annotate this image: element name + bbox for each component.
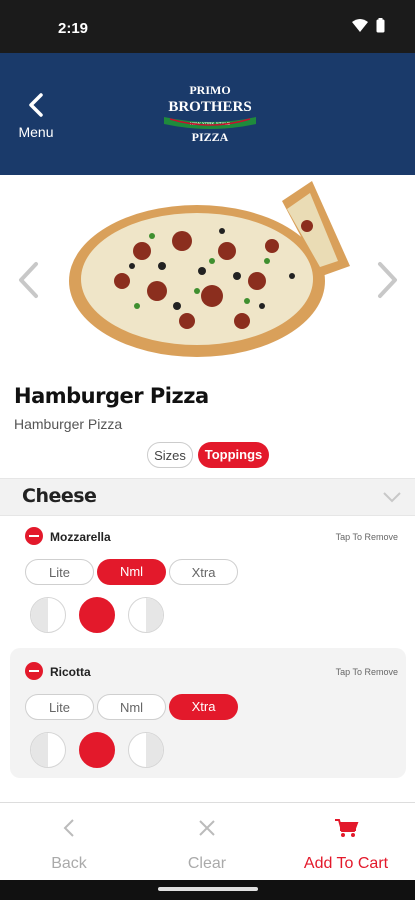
chevron-down-icon bbox=[383, 492, 401, 503]
topping-card: Mozzarella Tap To Remove Lite Nml Xtra bbox=[10, 516, 406, 642]
left-half-button[interactable] bbox=[30, 732, 66, 768]
bottom-action-bar: Back Clear Add To Cart bbox=[0, 802, 415, 881]
svg-text:BROTHERS: BROTHERS bbox=[168, 99, 251, 115]
whole-pizza-button[interactable] bbox=[79, 597, 115, 633]
next-arrow-icon[interactable] bbox=[372, 260, 402, 300]
status-time: 2:19 bbox=[58, 20, 89, 37]
amount-xtra-button[interactable]: Xtra bbox=[169, 559, 238, 585]
topping-name: Ricotta bbox=[50, 665, 91, 679]
cart-icon bbox=[335, 819, 359, 837]
clear-button[interactable]: Clear bbox=[138, 803, 276, 881]
remove-topping-button[interactable] bbox=[25, 662, 43, 680]
right-half-button[interactable] bbox=[128, 732, 164, 768]
left-half-button[interactable] bbox=[30, 597, 66, 633]
close-icon bbox=[199, 820, 215, 836]
back-button[interactable]: Back bbox=[0, 803, 138, 881]
sizes-tab[interactable]: Sizes bbox=[147, 442, 193, 468]
item-title: Hamburger Pizza bbox=[14, 384, 209, 408]
section-title: Cheese bbox=[22, 485, 97, 507]
back-chevron-icon bbox=[63, 819, 74, 837]
home-indicator[interactable] bbox=[158, 887, 258, 891]
pizza-image bbox=[69, 181, 350, 357]
add-to-cart-button[interactable]: Add To Cart bbox=[277, 803, 415, 881]
app-header: Menu PRIMO BROTHERS NEW YORK STYLE PIZZA bbox=[0, 53, 415, 175]
back-label: Back bbox=[51, 855, 87, 872]
amount-lite-button[interactable]: Lite bbox=[25, 694, 94, 720]
amount-xtra-button[interactable]: Xtra bbox=[169, 694, 238, 720]
add-to-cart-label: Add To Cart bbox=[303, 855, 389, 872]
wifi-icon bbox=[352, 18, 368, 32]
cheese-section-header[interactable]: Cheese bbox=[0, 478, 415, 516]
back-chevron-icon bbox=[29, 93, 43, 117]
svg-text:PRIMO: PRIMO bbox=[189, 83, 230, 97]
toppings-tab[interactable]: Toppings bbox=[198, 442, 269, 468]
remove-topping-button[interactable] bbox=[25, 527, 43, 545]
clear-label: Clear bbox=[187, 855, 227, 872]
pizza-image-carousel bbox=[0, 175, 415, 380]
amount-nml-button[interactable]: Nml bbox=[97, 694, 166, 720]
tap-to-remove-label[interactable]: Tap To Remove bbox=[336, 532, 398, 542]
menu-button[interactable]: Menu bbox=[12, 93, 60, 143]
brand-logo: PRIMO BROTHERS NEW YORK STYLE PIZZA bbox=[164, 83, 256, 144]
svg-text:PIZZA: PIZZA bbox=[192, 130, 229, 144]
topping-card: Ricotta Tap To Remove Lite Nml Xtra bbox=[10, 648, 406, 778]
amount-lite-button[interactable]: Lite bbox=[25, 559, 94, 585]
battery-icon bbox=[376, 18, 385, 33]
status-bar: 2:19 bbox=[0, 0, 415, 53]
prev-arrow-icon[interactable] bbox=[14, 260, 44, 300]
amount-nml-button[interactable]: Nml bbox=[97, 559, 166, 585]
menu-label: Menu bbox=[18, 124, 54, 140]
whole-pizza-button[interactable] bbox=[79, 732, 115, 768]
item-subtitle: Hamburger Pizza bbox=[14, 416, 123, 432]
right-half-button[interactable] bbox=[128, 597, 164, 633]
tap-to-remove-label[interactable]: Tap To Remove bbox=[336, 667, 398, 677]
topping-name: Mozzarella bbox=[50, 530, 111, 544]
